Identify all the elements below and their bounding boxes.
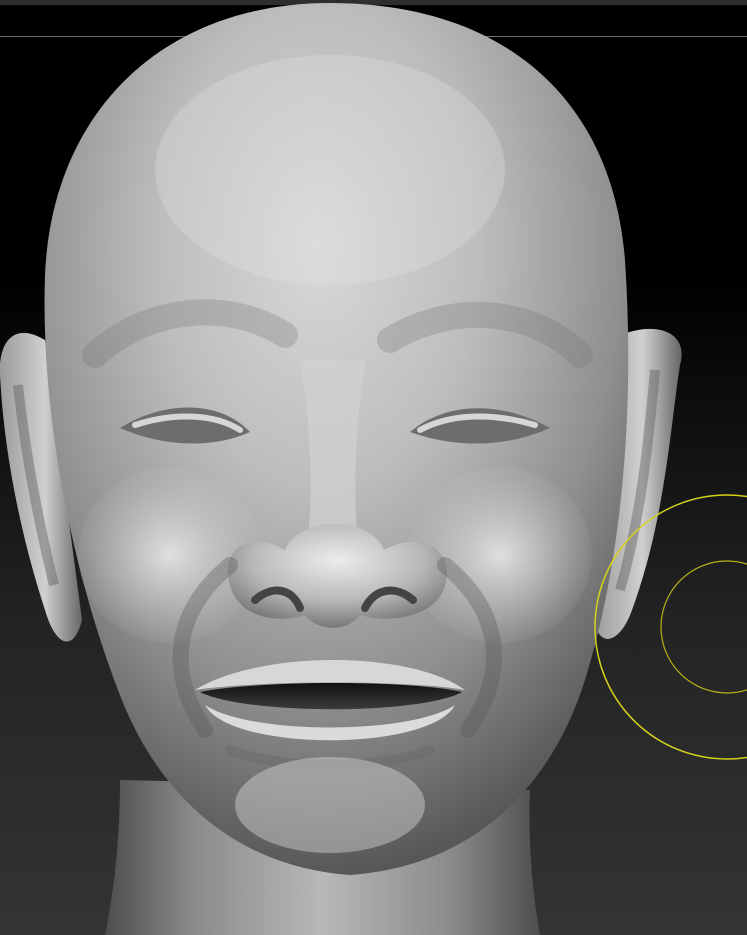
sculpted-head-icon[interactable] (0, 0, 747, 935)
forehead-highlight (155, 55, 505, 285)
sculpt-viewport[interactable] (0, 0, 747, 935)
chin-highlight (235, 757, 425, 853)
